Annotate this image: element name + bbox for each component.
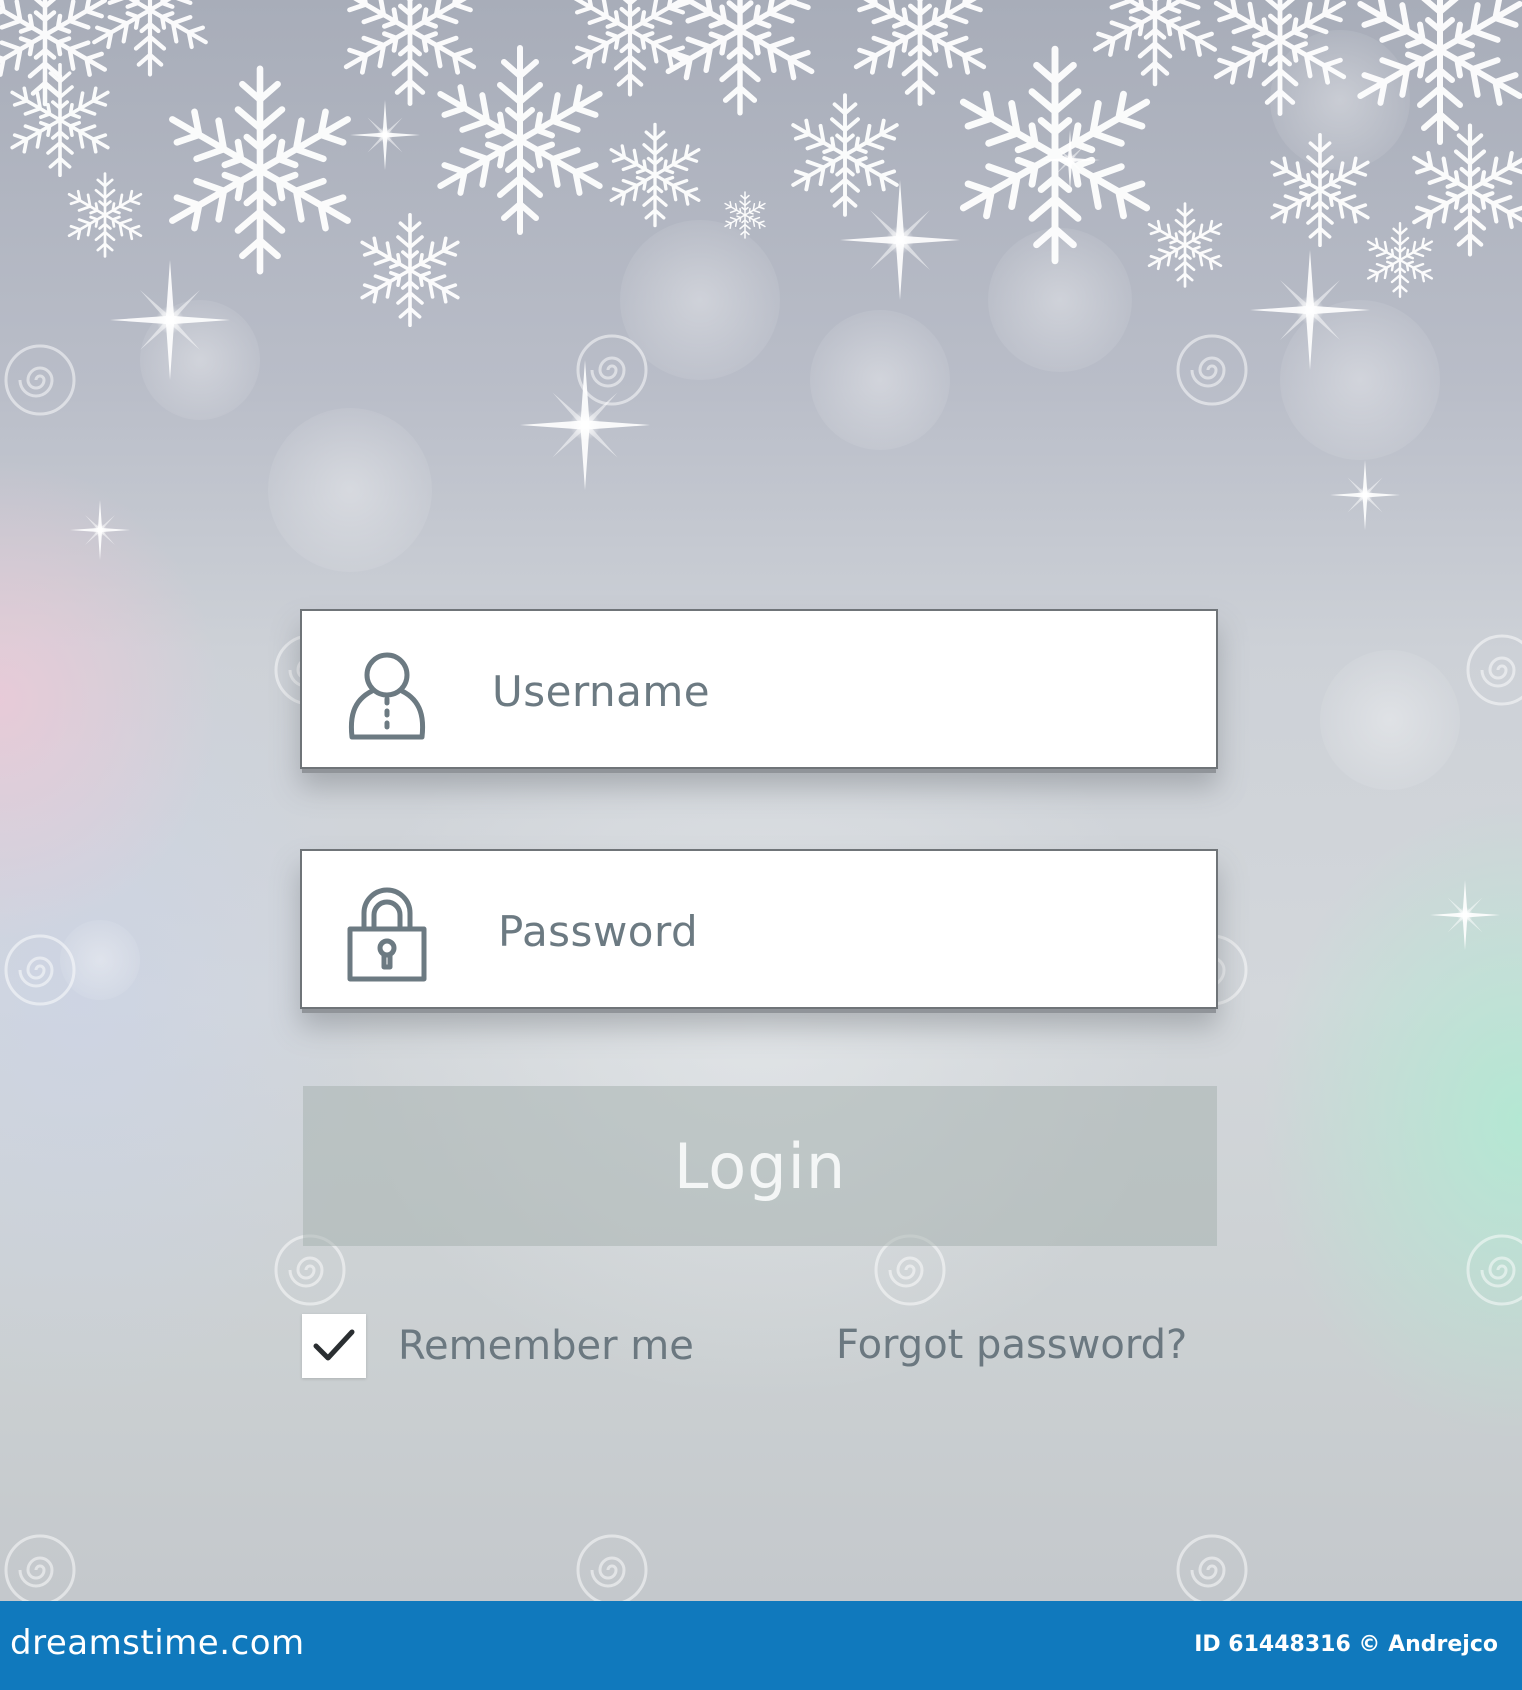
footer-bar: dreamstime.com ID 61448316 © Andrejco [0,1601,1522,1690]
login-button-label: Login [673,1129,847,1203]
password-placeholder: Password [498,907,699,956]
username-field[interactable]: Username [300,609,1218,769]
remember-label: Remember me [398,1323,694,1369]
password-field[interactable]: Password [300,849,1218,1009]
padlock-icon [347,887,427,982]
footer-credit: ID 61448316 © Andrejco [1194,1632,1498,1657]
checkmark-icon [313,1329,355,1361]
remember-checkbox[interactable] [302,1314,366,1378]
username-placeholder: Username [492,667,711,716]
snowflake-decoration [0,0,1522,1601]
forgot-password-link[interactable]: Forgot password? [836,1322,1187,1368]
user-icon [348,652,426,740]
winter-background [0,0,1522,1601]
login-button[interactable]: Login [303,1086,1217,1246]
remember-me[interactable]: Remember me [302,1314,694,1378]
footer-site[interactable]: dreamstime.com [10,1623,305,1663]
